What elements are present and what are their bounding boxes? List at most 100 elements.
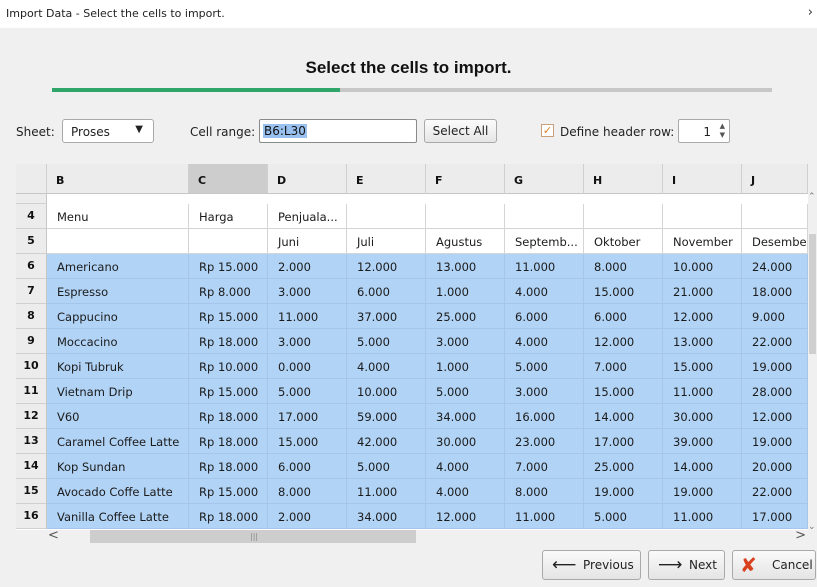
table-cell[interactable]: Vietnam Drip <box>47 379 189 404</box>
table-cell[interactable]: Avocado Coffe Latte <box>47 479 189 504</box>
table-cell[interactable]: Rp 15.000 <box>189 379 268 404</box>
cell-grid[interactable]: BCDEFGHIJ 4 Menu Harga Penjuala... 5 Juni Juli… <box>16 164 808 530</box>
table-cell[interactable] <box>742 204 808 229</box>
table-cell[interactable]: 13.000 <box>663 329 742 354</box>
table-cell[interactable]: 37.000 <box>347 304 426 329</box>
table-cell[interactable]: 28.000 <box>742 379 808 404</box>
table-cell[interactable]: 3.000 <box>426 329 505 354</box>
table-cell[interactable]: 39.000 <box>663 429 742 454</box>
table-cell[interactable]: 5.000 <box>505 354 584 379</box>
table-cell[interactable]: 59.000 <box>347 404 426 429</box>
table-cell[interactable]: Americano <box>47 254 189 279</box>
next-button[interactable]: ⟶ Next <box>648 550 725 580</box>
table-cell[interactable]: Cappucino <box>47 304 189 329</box>
table-cell[interactable]: 30.000 <box>663 404 742 429</box>
table-cell[interactable]: 11.000 <box>505 254 584 279</box>
table-cell[interactable]: 12.000 <box>584 329 663 354</box>
column-header-f[interactable]: F <box>426 164 505 194</box>
scroll-down-icon[interactable]: ⌄ <box>808 522 816 532</box>
previous-button[interactable]: ⟵ Previous <box>542 550 641 580</box>
table-cell[interactable]: 2.000 <box>268 254 347 279</box>
table-cell[interactable]: 3.000 <box>505 379 584 404</box>
table-cell[interactable]: 5.000 <box>347 454 426 479</box>
table-cell[interactable]: 10.000 <box>663 254 742 279</box>
table-cell[interactable]: 7.000 <box>584 354 663 379</box>
column-header-c[interactable]: C <box>189 164 268 194</box>
vertical-scrollbar[interactable]: ⌃ ⌄ <box>808 192 817 532</box>
table-cell[interactable] <box>347 204 426 229</box>
table-cell[interactable]: 12.000 <box>347 254 426 279</box>
table-cell[interactable]: 16.000 <box>505 404 584 429</box>
column-header-d[interactable]: D <box>268 164 347 194</box>
column-header-e[interactable]: E <box>347 164 426 194</box>
table-cell[interactable]: 5.000 <box>584 504 663 529</box>
row-header[interactable]: 14 <box>16 454 47 479</box>
table-cell[interactable]: 0.000 <box>268 354 347 379</box>
row-header[interactable]: 10 <box>16 354 47 379</box>
table-cell[interactable]: 9.000 <box>742 304 808 329</box>
table-cell[interactable]: Rp 15.000 <box>189 479 268 504</box>
table-cell[interactable]: 11.000 <box>268 304 347 329</box>
row-header[interactable]: 4 <box>16 204 47 229</box>
table-cell[interactable]: Rp 8.000 <box>189 279 268 304</box>
table-cell[interactable]: 14.000 <box>663 454 742 479</box>
table-cell[interactable]: 19.000 <box>663 479 742 504</box>
table-cell[interactable]: Oktober <box>584 229 663 254</box>
scroll-right-icon[interactable]: > <box>795 528 806 543</box>
table-cell[interactable]: Menu <box>47 204 189 229</box>
table-cell[interactable]: 8.000 <box>584 254 663 279</box>
cell-range-input[interactable]: B6:L30 <box>259 119 417 143</box>
table-cell[interactable]: Juni <box>268 229 347 254</box>
table-cell[interactable] <box>505 204 584 229</box>
table-cell[interactable]: Rp 18.000 <box>189 329 268 354</box>
table-cell[interactable]: 11.000 <box>347 479 426 504</box>
table-cell[interactable]: 17.000 <box>584 429 663 454</box>
table-cell[interactable]: 12.000 <box>742 404 808 429</box>
table-cell[interactable]: 15.000 <box>584 379 663 404</box>
table-cell[interactable]: Rp 18.000 <box>189 454 268 479</box>
select-all-button[interactable]: Select All <box>424 119 497 143</box>
row-header[interactable]: 12 <box>16 404 47 429</box>
horizontal-scrollbar[interactable]: < ||| > <box>46 528 808 544</box>
close-icon[interactable]: › <box>808 5 813 20</box>
table-cell[interactable]: 19.000 <box>742 354 808 379</box>
table-cell[interactable]: Rp 10.000 <box>189 354 268 379</box>
table-cell[interactable]: 6.000 <box>505 304 584 329</box>
table-cell[interactable]: 24.000 <box>742 254 808 279</box>
table-cell[interactable]: Rp 15.000 <box>189 254 268 279</box>
table-cell[interactable]: 3.000 <box>268 279 347 304</box>
table-cell[interactable]: Kopi Tubruk <box>47 354 189 379</box>
row-header[interactable]: 7 <box>16 279 47 304</box>
table-cell[interactable]: 14.000 <box>584 404 663 429</box>
table-cell[interactable]: 6.000 <box>584 304 663 329</box>
table-cell[interactable]: Espresso <box>47 279 189 304</box>
table-cell[interactable]: 19.000 <box>584 479 663 504</box>
column-header-i[interactable]: I <box>663 164 742 194</box>
table-cell[interactable]: 4.000 <box>505 279 584 304</box>
header-row-spinner[interactable]: 1 ▲ ▼ <box>678 119 730 143</box>
table-cell[interactable]: Kop Sundan <box>47 454 189 479</box>
table-cell[interactable]: 30.000 <box>426 429 505 454</box>
row-header[interactable]: 6 <box>16 254 47 279</box>
scroll-left-icon[interactable]: < <box>48 528 59 543</box>
spinner-arrows-icon[interactable]: ▲ ▼ <box>720 122 725 140</box>
table-cell[interactable]: 13.000 <box>426 254 505 279</box>
table-cell[interactable]: 15.000 <box>663 354 742 379</box>
table-cell[interactable] <box>426 204 505 229</box>
table-cell[interactable]: 5.000 <box>347 329 426 354</box>
table-cell[interactable] <box>47 229 189 254</box>
horizontal-scroll-thumb[interactable]: ||| <box>90 530 416 543</box>
table-cell[interactable]: 25.000 <box>584 454 663 479</box>
table-cell[interactable]: 4.000 <box>505 329 584 354</box>
table-cell[interactable]: 8.000 <box>268 479 347 504</box>
table-cell[interactable]: 2.000 <box>268 504 347 529</box>
table-cell[interactable]: 21.000 <box>663 279 742 304</box>
table-cell[interactable]: Juli <box>347 229 426 254</box>
table-cell[interactable]: Agustus <box>426 229 505 254</box>
table-cell[interactable]: 12.000 <box>426 504 505 529</box>
row-header[interactable]: 15 <box>16 479 47 504</box>
table-cell[interactable]: 22.000 <box>742 329 808 354</box>
column-header-b[interactable]: B <box>47 164 189 194</box>
define-header-checkbox[interactable]: ✓ <box>541 124 554 137</box>
table-cell[interactable] <box>584 204 663 229</box>
